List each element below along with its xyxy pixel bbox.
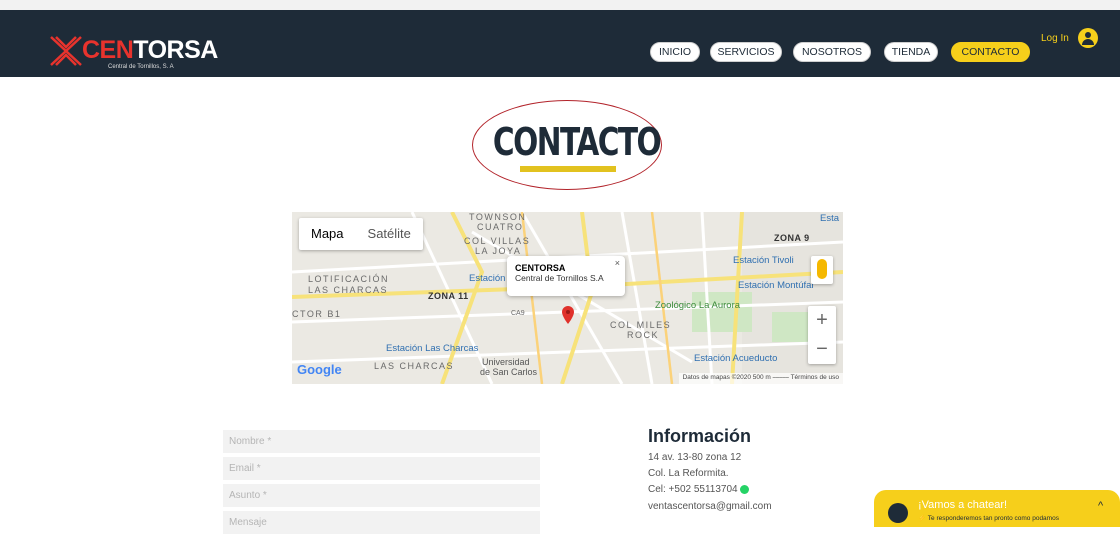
map-label-ca9: CA9 xyxy=(511,310,525,317)
map-label-townson: TOWNSON xyxy=(469,212,527,222)
nav-contacto[interactable]: CONTACTO xyxy=(951,42,1030,62)
site-header: CENTORSA Central de Tornillos, S. A INIC… xyxy=(0,10,1120,77)
map-label-estacion-acueducto: Estación Acueducto xyxy=(694,353,778,364)
subject-field[interactable]: Asunto * xyxy=(223,484,540,507)
zoom-in-button[interactable]: + xyxy=(808,306,836,335)
map-label-cuatro: CUATRO xyxy=(477,222,524,232)
nav-nosotros[interactable]: NOSOTROS xyxy=(793,42,871,62)
popup-title: CENTORSA xyxy=(515,263,566,273)
chevron-up-icon[interactable]: ^ xyxy=(1098,500,1103,512)
info-phone: Cel: +502 55113704 xyxy=(648,484,749,495)
info-email[interactable]: ventascentorsa@gmail.com xyxy=(648,501,772,512)
map-tab-mapa[interactable]: Mapa xyxy=(299,218,356,250)
zoom-out-button[interactable]: − xyxy=(808,335,836,364)
info-title: Información xyxy=(648,426,752,446)
map-label-zoologico: Zoológico La Aurora xyxy=(655,300,741,311)
map-attribution[interactable]: Datos de mapas ©2020 500 m ⎯⎯⎯⎯⎯ Término… xyxy=(678,373,843,384)
chat-title: ¡Vamos a chatear! xyxy=(918,499,1008,511)
map-pin-icon[interactable] xyxy=(562,306,574,324)
chat-avatar-icon xyxy=(888,503,908,523)
map-label-universidad: Universidad xyxy=(482,357,530,367)
map-info-popup: CENTORSA Central de Tornillos S.A × xyxy=(507,256,625,296)
map-label-de-san-carlos: de San Carlos xyxy=(480,367,538,377)
map-label-estacion-left: Estación xyxy=(469,273,506,284)
map-label-la-joya: LA JOYA xyxy=(475,246,522,256)
map-label-col-miles: COL MILES xyxy=(610,320,672,330)
nav-tienda[interactable]: TIENDA xyxy=(884,42,938,62)
whatsapp-icon[interactable] xyxy=(739,484,749,494)
map-label-rock: ROCK xyxy=(627,330,660,340)
logo-wordmark: CENTORSA xyxy=(82,36,218,64)
map-label-esta: Esta xyxy=(820,213,840,224)
lightning-icon: ⚡ xyxy=(918,515,928,522)
popup-subtitle: Central de Tornillos S.A xyxy=(515,273,604,283)
info-address-line2: Col. La Reformita. xyxy=(648,468,729,479)
map-label-ctor: CTOR B1 xyxy=(292,309,342,319)
map-type-control: Mapa Satélite xyxy=(299,218,423,250)
user-avatar-icon[interactable] xyxy=(1078,28,1098,48)
map-label-estacion-tivoli: Estación Tivoli xyxy=(733,255,794,266)
title-underline xyxy=(520,166,616,172)
nav-inicio[interactable]: INICIO xyxy=(650,42,700,62)
embedded-map[interactable]: TOWNSON CUATRO COL VILLAS LA JOYA LOTIFI… xyxy=(292,212,843,384)
name-field[interactable]: Nombre * xyxy=(223,430,540,453)
logo-subtitle: Central de Tornillos, S. A xyxy=(108,64,174,70)
page-title-block: CONTACTO xyxy=(472,100,662,190)
map-label-lotificacion: LOTIFICACIÓN xyxy=(308,274,390,284)
map-label-las-charcas-top: LAS CHARCAS xyxy=(308,285,389,295)
map-label-col-villas: COL VILLAS xyxy=(464,236,531,246)
zoom-control: + − xyxy=(808,306,836,364)
page-title: CONTACTO xyxy=(492,120,662,164)
map-label-estacion-las-charcas: Estación Las Charcas xyxy=(386,343,479,354)
message-field[interactable]: Mensaje xyxy=(223,511,540,534)
map-tab-satelite[interactable]: Satélite xyxy=(356,218,423,250)
popup-close-icon[interactable]: × xyxy=(615,258,620,268)
logo[interactable]: CENTORSA Central de Tornillos, S. A xyxy=(48,34,218,74)
chat-subtitle: ⚡ Te responderemos tan pronto como podam… xyxy=(918,515,1059,522)
nav-servicios[interactable]: SERVICIOS xyxy=(710,42,782,62)
login-link[interactable]: Log In xyxy=(1041,33,1069,44)
map-label-zona9: ZONA 9 xyxy=(774,233,810,243)
street-view-pegman-icon[interactable] xyxy=(811,256,833,284)
map-label-zona11: ZONA 11 xyxy=(428,291,469,301)
logo-x-icon xyxy=(50,36,82,66)
chat-widget[interactable]: ¡Vamos a chatear! ⚡ Te responderemos tan… xyxy=(874,490,1120,527)
email-field[interactable]: Email * xyxy=(223,457,540,480)
map-label-las-charcas-bottom: LAS CHARCAS xyxy=(374,361,455,371)
map-label-estacion-montufar: Estación Montúfar xyxy=(738,280,815,291)
info-address-line1: 14 av. 13-80 zona 12 xyxy=(648,452,742,463)
browser-top-strip xyxy=(0,0,1120,10)
google-logo[interactable]: Google xyxy=(297,362,342,377)
info-phone-text: Cel: +502 55113704 xyxy=(648,484,738,495)
